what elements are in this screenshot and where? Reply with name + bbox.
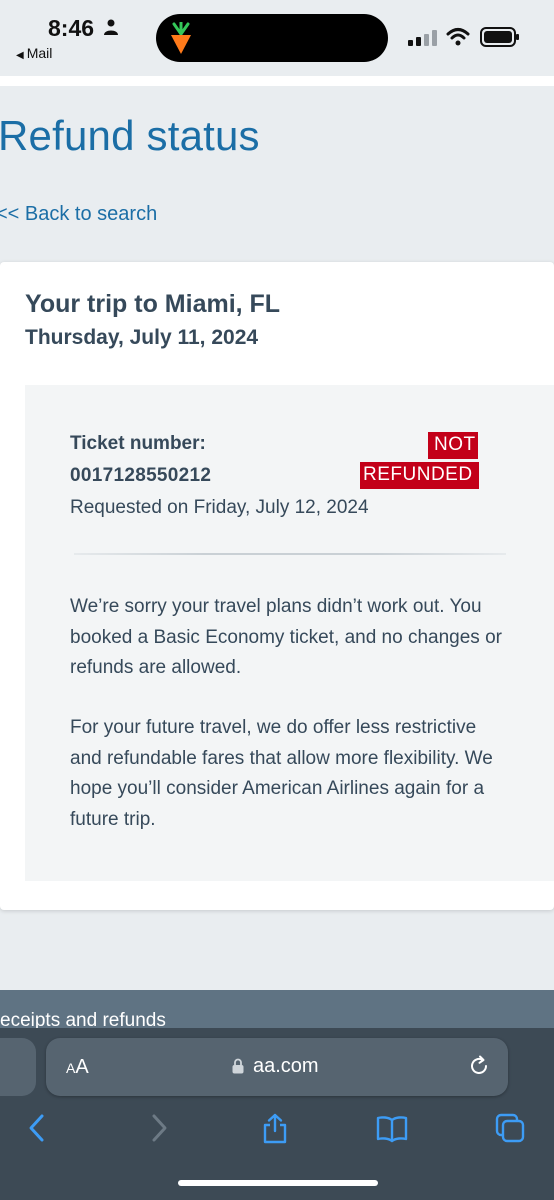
ticket-number: 0017128550212 <box>70 465 212 486</box>
home-indicator <box>178 1180 378 1186</box>
page-top-strip <box>0 76 554 86</box>
bookmarks-icon[interactable] <box>376 1112 408 1144</box>
status-badge: REFUNDED <box>360 462 479 489</box>
requested-date: Requested on Friday, July 12, 2024 <box>70 497 369 518</box>
status-time: 8:46 <box>48 15 95 41</box>
back-to-search-link[interactable]: << Back to search <box>0 203 157 226</box>
cellular-signal-icon <box>408 30 437 46</box>
wifi-icon <box>446 28 470 46</box>
lock-icon <box>232 1058 244 1074</box>
status-badge: NOT <box>428 432 478 459</box>
carrot-app-icon <box>171 22 191 54</box>
future-travel-message: For your future travel, we do offer less… <box>70 717 493 830</box>
back-icon[interactable] <box>22 1112 54 1144</box>
ticket-number-label: Ticket number: <box>70 433 206 454</box>
trip-title: Your trip to Miami, FL <box>25 290 281 318</box>
trip-date: Thursday, July 11, 2024 <box>25 326 259 349</box>
status-bar: 8:46 ◀ Mail <box>0 0 554 76</box>
previous-tab-preview[interactable] <box>0 1038 36 1096</box>
reload-icon[interactable] <box>467 1054 491 1078</box>
back-triangle-icon: ◀ <box>16 50 24 61</box>
tabs-icon[interactable] <box>494 1112 526 1144</box>
url-domain[interactable]: aa.com <box>253 1055 319 1078</box>
page-title: Refund status <box>0 112 260 159</box>
refund-message: We’re sorry your travel plans didn’t wor… <box>70 596 502 678</box>
back-to-mail-link[interactable]: ◀ Mail <box>16 45 52 61</box>
divider <box>74 553 506 555</box>
battery-icon <box>480 27 519 47</box>
reader-options-button[interactable]: AA <box>66 1056 89 1079</box>
share-icon[interactable] <box>259 1112 291 1144</box>
forward-icon[interactable] <box>142 1112 174 1144</box>
person-icon <box>104 19 118 35</box>
